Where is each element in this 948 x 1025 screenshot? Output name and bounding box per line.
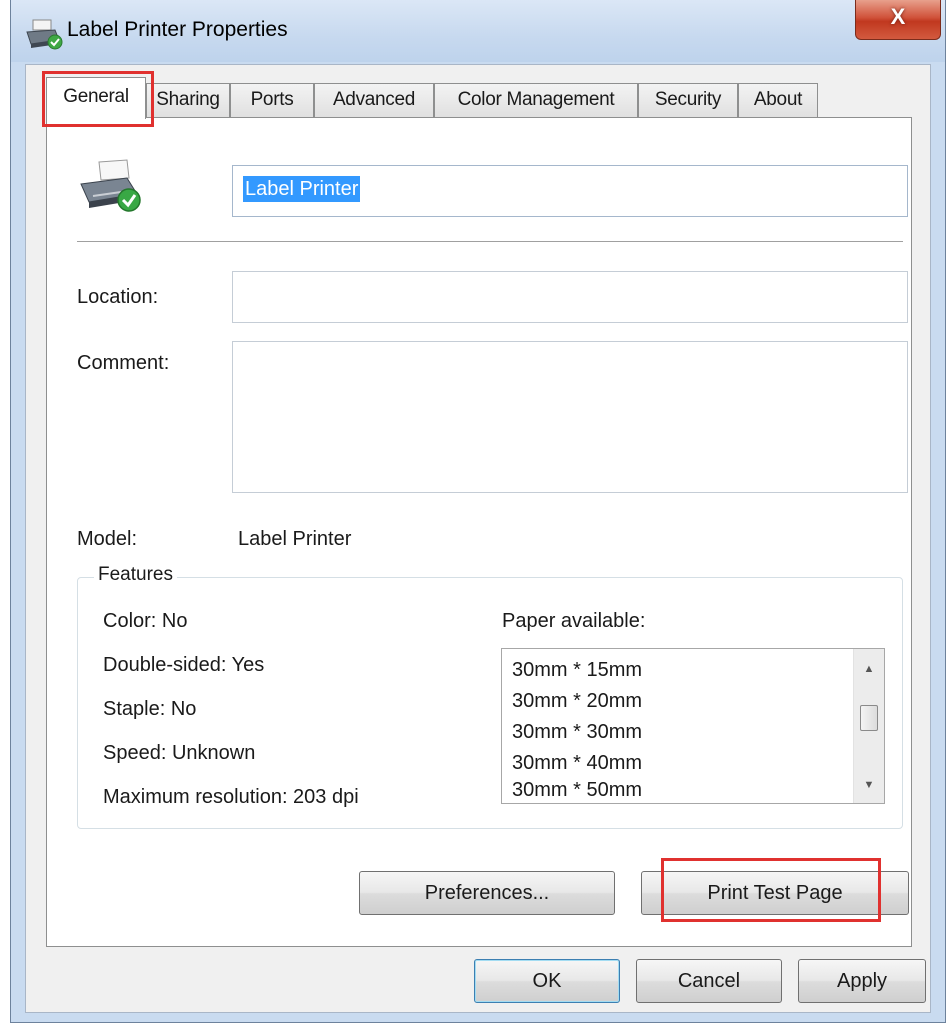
list-item[interactable]: 30mm * 50mm <box>512 779 642 802</box>
title-bar[interactable]: Label Printer Properties X <box>11 0 945 62</box>
feature-double-sided: Double-sided: Yes <box>103 654 265 676</box>
feature-color: Color: No <box>103 610 188 632</box>
close-button[interactable]: X <box>855 0 941 40</box>
features-legend: Features <box>94 564 177 586</box>
printer-icon <box>26 19 63 50</box>
ok-button[interactable]: OK <box>474 959 620 1003</box>
paper-available-label: Paper available: <box>502 610 646 632</box>
preferences-button[interactable]: Preferences... <box>359 871 615 915</box>
separator <box>77 241 903 242</box>
printer-ready-icon <box>80 159 141 212</box>
tab-security[interactable]: Security <box>638 83 738 117</box>
printer-name-input[interactable]: Label Printer <box>232 165 908 217</box>
feature-max-resolution: Maximum resolution: 203 dpi <box>103 786 359 808</box>
tab-general[interactable]: General <box>46 77 146 119</box>
tab-ports[interactable]: Ports <box>230 83 314 117</box>
scroll-up-icon[interactable]: ▲ <box>854 663 884 675</box>
window-title: Label Printer Properties <box>67 18 288 41</box>
feature-speed: Speed: Unknown <box>103 742 256 764</box>
print-test-page-button[interactable]: Print Test Page <box>641 871 909 915</box>
list-item[interactable]: 30mm * 30mm <box>512 721 642 744</box>
close-icon: X <box>890 4 906 29</box>
printer-name-text: Label Printer <box>243 176 361 202</box>
paper-list-scrollbar[interactable]: ▲ ▼ <box>853 649 884 803</box>
paper-list[interactable]: 30mm * 15mm 30mm * 20mm 30mm * 30mm 30mm… <box>501 648 885 804</box>
dialog-body: General Sharing Ports Advanced Color Man… <box>25 64 931 1013</box>
list-item[interactable]: 30mm * 20mm <box>512 690 642 713</box>
tab-advanced[interactable]: Advanced <box>314 83 434 117</box>
comment-label: Comment: <box>77 352 170 374</box>
comment-textarea[interactable] <box>232 341 908 493</box>
model-value: Label Printer <box>238 528 352 550</box>
list-item[interactable]: 30mm * 15mm <box>512 659 642 682</box>
location-input[interactable] <box>232 271 908 323</box>
location-label: Location: <box>77 286 159 308</box>
general-panel: Label Printer Location: Comment: Model: … <box>46 117 912 947</box>
scroll-down-icon[interactable]: ▼ <box>854 779 884 791</box>
tab-sharing[interactable]: Sharing <box>146 83 230 117</box>
tab-about[interactable]: About <box>738 83 818 117</box>
scroll-thumb[interactable] <box>860 705 878 731</box>
apply-button[interactable]: Apply <box>798 959 926 1003</box>
feature-staple: Staple: No <box>103 698 197 720</box>
cancel-button[interactable]: Cancel <box>636 959 782 1003</box>
tab-color-management[interactable]: Color Management <box>434 83 638 117</box>
properties-window: Label Printer Properties X General Shari… <box>10 0 946 1023</box>
model-label: Model: <box>77 528 138 550</box>
list-item[interactable]: 30mm * 40mm <box>512 752 642 775</box>
